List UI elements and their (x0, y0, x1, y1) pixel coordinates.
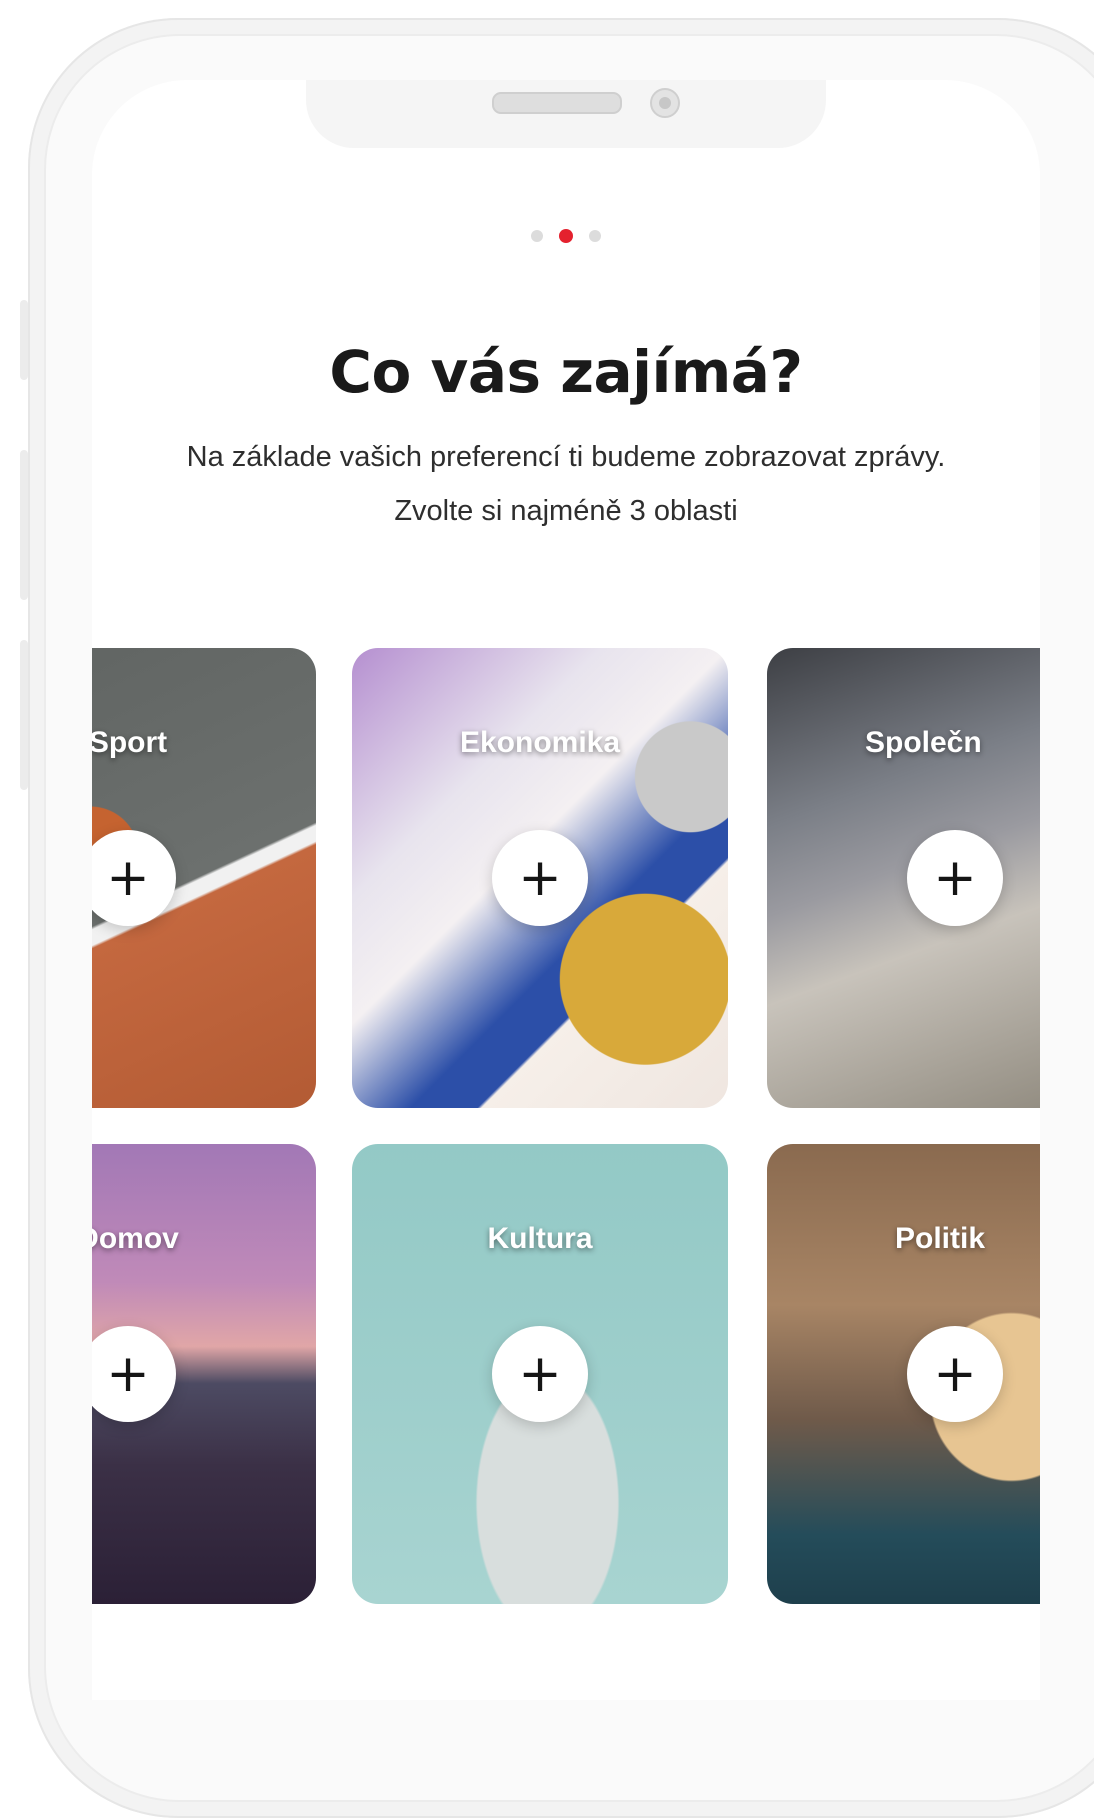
add-category-button[interactable]: + (92, 830, 176, 926)
page-indicator (92, 229, 1040, 243)
page-dot-1 (531, 230, 543, 242)
page-dot-2-active (559, 229, 573, 243)
volume-up-button (20, 450, 28, 600)
category-card-sport[interactable]: Sport + (92, 648, 316, 1108)
category-card-ekonomika[interactable]: Ekonomika + (352, 648, 728, 1108)
volume-down-button (20, 640, 28, 790)
add-category-button[interactable]: + (492, 1326, 588, 1422)
mute-switch (20, 300, 28, 380)
add-category-button[interactable]: + (907, 1326, 1003, 1422)
camera-icon (650, 88, 680, 118)
page-dot-3 (589, 230, 601, 242)
app-screen: Co vás zajímá? Na základe vašich prefere… (92, 80, 1040, 1700)
speaker-grille (492, 92, 622, 114)
category-card-domov[interactable]: Domov + (92, 1144, 316, 1604)
category-label: Kultura (487, 1222, 593, 1255)
category-card-politika[interactable]: Politik + (767, 1144, 1040, 1604)
page-subtitle: Na základe vašich preferencí ti budeme z… (186, 441, 946, 527)
category-label: Společn (865, 726, 982, 759)
category-label: Domov (92, 1222, 179, 1255)
category-card-kultura[interactable]: Kultura + (352, 1144, 728, 1604)
category-label: Politik (895, 1222, 986, 1255)
category-card-spolecnost[interactable]: Společn + (767, 648, 1040, 1108)
add-category-button[interactable]: + (907, 830, 1003, 926)
category-label: Ekonomika (459, 726, 621, 759)
category-label: Sport (92, 726, 168, 759)
page-title: Co vás zajímá? (329, 338, 803, 406)
notch (306, 80, 826, 148)
add-category-button[interactable]: + (92, 1326, 176, 1422)
add-category-button[interactable]: + (492, 830, 588, 926)
